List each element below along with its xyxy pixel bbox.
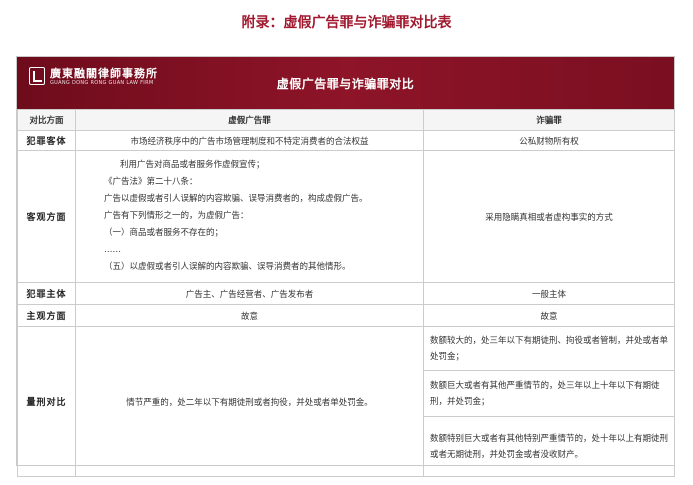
penalty-item: 数额较大的，处三年以下有期徒刑、拘役或者管制，并处或者单处罚金； (424, 327, 674, 371)
header-false-ad: 虚假广告罪 (75, 109, 424, 131)
text-line: 广告以虚假或者引人误解的内容欺骗、误导消费者的，构成虚假广告。 (104, 194, 368, 204)
header-aspect: 对比方面 (17, 109, 76, 131)
false-ad-cell: 故意 (75, 304, 424, 327)
banner-title: 虚假广告罪与诈骗罪对比 (276, 77, 415, 91)
fraud-cell: 采用隐瞒真相或者虚构事实的方式 (423, 150, 675, 283)
table-row: 犯罪客体 市场经济秩序中的广告市场管理制度和不特定消费者的合法权益 公私财物所有… (17, 130, 675, 151)
table-row: 量刑对比 情节严重的，处二年以下有期徒刑或者拘役，并处或者单处罚金。 数额较大的… (17, 326, 675, 477)
text-line: 《广告法》第二十八条： (104, 177, 198, 187)
row-label: 犯罪客体 (17, 130, 76, 151)
table-row: 客观方面 利用广告对商品或者服务作虚假宣传； 《广告法》第二十八条： 广告以虚假… (17, 150, 675, 283)
row-label: 犯罪主体 (17, 282, 76, 305)
penalty-item: 数额特别巨大或者有其他特别严重情节的，处十年以上有期徒刑或者无期徒刑，并处罚金或… (430, 433, 669, 460)
false-ad-cell: 广告主、广告经营者、广告发布者 (75, 282, 424, 305)
table-header-row: 对比方面 虚假广告罪 诈骗罪 (17, 109, 675, 131)
fraud-cell: 公私财物所有权 (423, 130, 675, 151)
table-row: 犯罪主体 广告主、广告经营者、广告发布者 一般主体 (17, 282, 675, 305)
false-ad-cell: 情节严重的，处二年以下有期徒刑或者拘役，并处或者单处罚金。 (75, 326, 424, 477)
page-title: 附录：虚假广告罪与诈骗罪对比表 (241, 15, 452, 31)
comparison-card: 廣東融關律師事務所 GUANG DONG RONG GUAN LAW FIRM … (16, 56, 675, 477)
false-ad-cell: 利用广告对商品或者服务作虚假宣传； 《广告法》第二十八条： 广告以虚假或者引人误… (75, 150, 424, 283)
text-line: 广告有下列情形之一的，为虚假广告： (104, 211, 249, 221)
row-label: 主观方面 (17, 304, 76, 327)
row-label: 量刑对比 (17, 326, 76, 477)
table-row: 主观方面 故意 故意 (17, 304, 675, 327)
penalty-item: 数额巨大或者有其他严重情节的，处三年以上十年以下有期徒刑，并处罚金； (424, 371, 674, 417)
text-line: 利用广告对商品或者服务作虚假宣传； (120, 160, 265, 170)
text-line: （五）以虚假或者引人误解的内容欺骗、误导消费者的其他情形。 (104, 262, 351, 272)
text-line: …… (104, 245, 121, 255)
fraud-cell: 一般主体 (423, 282, 675, 305)
row-label: 客观方面 (17, 150, 76, 283)
fraud-cell: 数额较大的，处三年以下有期徒刑、拘役或者管制，并处或者单处罚金； 数额巨大或者有… (423, 326, 675, 477)
text-line: （一）商品或者服务不存在的； (104, 228, 224, 238)
false-ad-cell: 市场经济秩序中的广告市场管理制度和不特定消费者的合法权益 (75, 130, 424, 151)
comparison-table: 对比方面 虚假广告罪 诈骗罪 犯罪客体 市场经济秩序中的广告市场管理制度和不特定… (17, 109, 675, 477)
header-fraud: 诈骗罪 (423, 109, 675, 131)
fraud-cell: 故意 (423, 304, 675, 327)
header-banner: 廣東融關律師事務所 GUANG DONG RONG GUAN LAW FIRM … (17, 57, 674, 109)
